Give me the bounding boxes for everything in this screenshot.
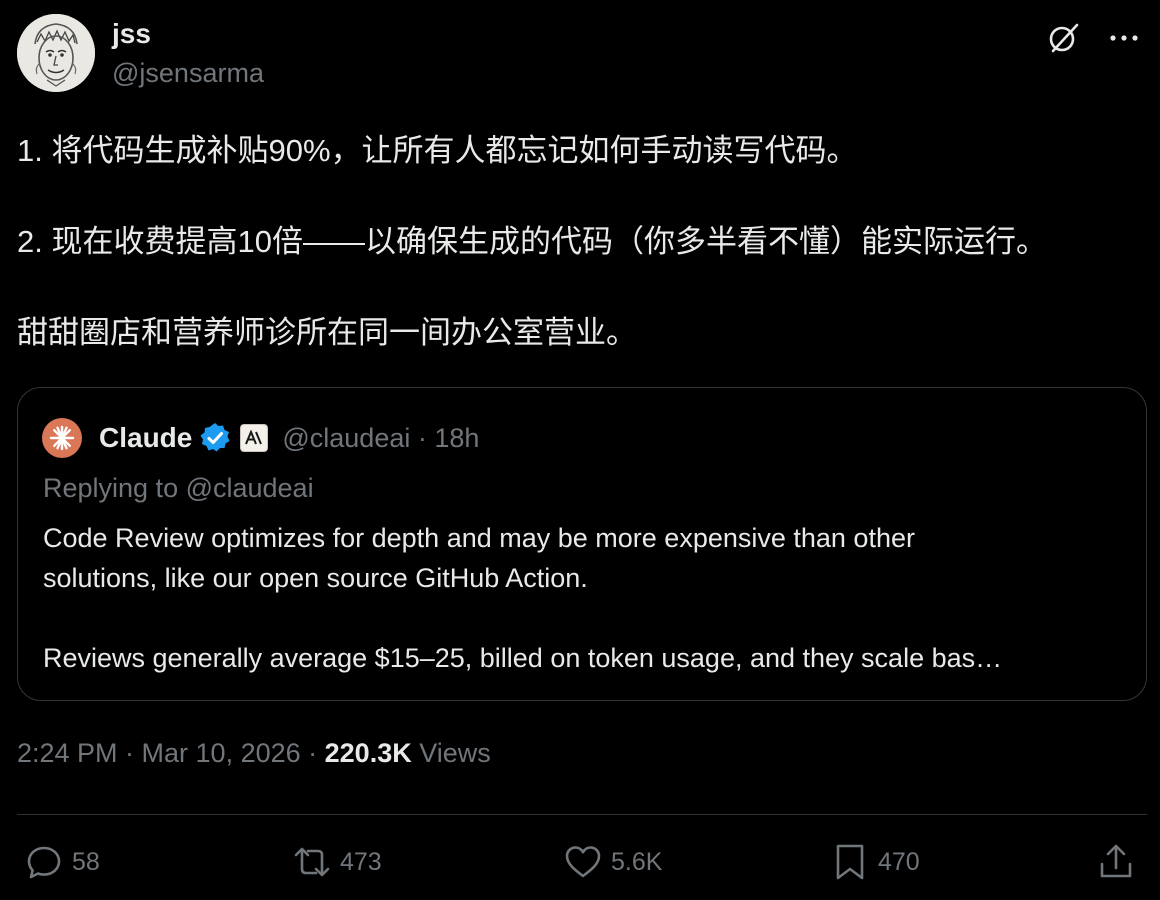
quoted-handle-time: @claudeai · 18h — [282, 422, 480, 453]
verified-badge-icon — [200, 423, 230, 452]
quoted-text-line: Code Review optimizes for depth and may … — [43, 523, 915, 553]
share-button[interactable] — [1096, 838, 1136, 886]
quoted-text-line: solutions, like our open source GitHub A… — [43, 563, 588, 593]
reply-count: 58 — [72, 847, 100, 876]
claude-avatar[interactable] — [42, 418, 82, 458]
quoted-tweet-card[interactable]: Claude @claudeai · 18h Replying to @clau… — [17, 387, 1147, 701]
quoted-text-line: Reviews generally average $15–25, billed… — [43, 643, 1003, 673]
anthropic-affiliation-icon[interactable] — [240, 424, 269, 452]
reply-button[interactable]: 58 — [24, 838, 100, 886]
tweet-timestamp-row: 2:24 PM · Mar 10, 2026 · 220.3K Views — [17, 738, 491, 769]
repost-icon — [294, 847, 330, 877]
like-button[interactable]: 5.6K — [563, 838, 662, 886]
divider — [17, 814, 1147, 815]
tweet-paragraph: 1. 将代码生成补贴90%，让所有人都忘记如何手动读写代码。 — [17, 133, 858, 168]
action-bar: 58 473 5.6K 470 — [0, 838, 1160, 886]
tweet-detail: jss @jsensarma 1. 将代码生成补贴90%，让所有人都忘记如何手动… — [0, 0, 1160, 900]
views-count[interactable]: 220.3K — [325, 738, 412, 768]
tweet-paragraph: 甜甜圈店和营养师诊所在同一间办公室营业。 — [17, 315, 637, 350]
author-handle[interactable]: @jsensarma — [112, 58, 264, 89]
quoted-tweet-text: Code Review optimizes for depth and may … — [43, 518, 1133, 678]
author-avatar[interactable] — [17, 14, 95, 92]
more-icon[interactable] — [1106, 20, 1142, 56]
bookmark-icon — [836, 844, 864, 880]
tweet-paragraph: 2. 现在收费提高10倍——以确保生成的代码（你多半看不懂）能实际运行。 — [17, 224, 1047, 259]
views-label: Views — [411, 738, 491, 768]
tweet-header-actions — [1046, 20, 1142, 56]
reply-icon — [27, 846, 61, 879]
bookmark-count: 470 — [878, 847, 920, 876]
author-display-name[interactable]: jss — [112, 18, 151, 50]
quoted-tweet-header: Claude @claudeai · 18h — [42, 418, 479, 458]
replying-to: Replying to @claudeai — [43, 473, 314, 503]
repost-button[interactable]: 473 — [292, 838, 382, 886]
claude-spark-icon — [49, 425, 75, 451]
tweet-text: 1. 将代码生成补贴90%，让所有人都忘记如何手动读写代码。 2. 现在收费提高… — [17, 128, 1147, 356]
bookmark-button[interactable]: 470 — [830, 838, 920, 886]
like-count: 5.6K — [611, 847, 663, 876]
sketch-portrait-icon — [17, 14, 95, 92]
share-icon — [1100, 844, 1132, 878]
repost-count: 473 — [340, 847, 382, 876]
timestamp[interactable]: 2:24 PM · Mar 10, 2026 · — [17, 738, 325, 768]
heart-icon — [565, 846, 601, 878]
grok-icon[interactable] — [1046, 20, 1082, 56]
quoted-author-name[interactable]: Claude — [99, 422, 192, 454]
